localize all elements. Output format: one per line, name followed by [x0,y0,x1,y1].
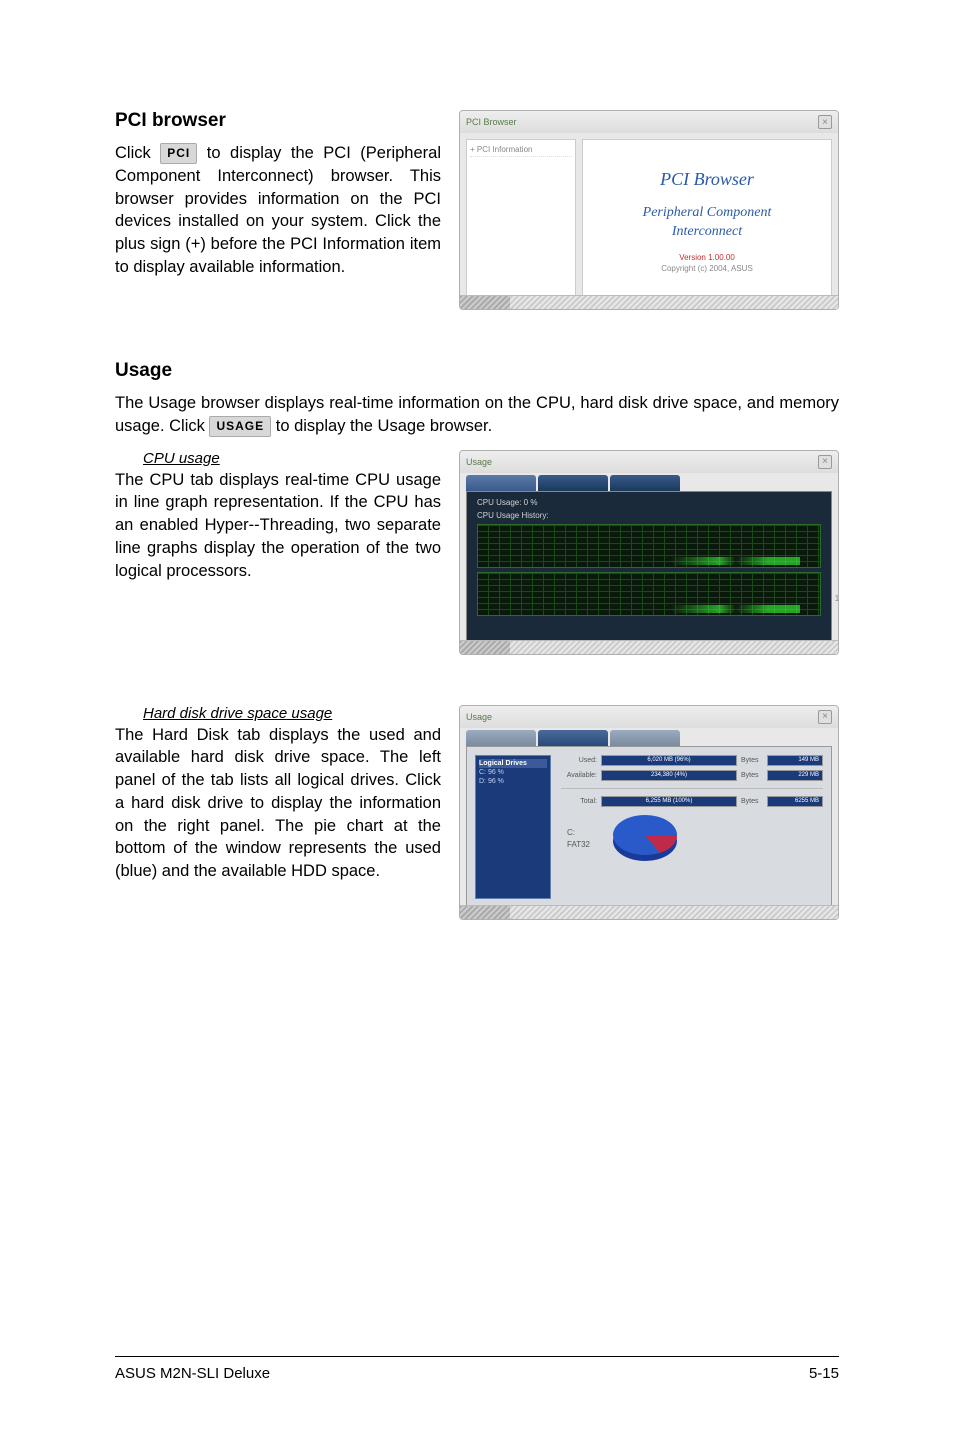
cpu-subtitle: CPU usage [143,450,441,467]
close-icon: × [818,710,832,724]
hdd-scr-title: Usage [466,712,492,722]
hdd-total-num: 6255 MB [795,798,819,804]
hdd-used-num: 149 MB [798,757,819,763]
pci-tree-item: + PCI Information [470,143,572,157]
hdd-total-label: Total: [561,798,597,805]
hdd-divider [561,788,823,789]
hdd-avail-unit: Bytes [741,772,763,779]
hdd-detail-panel: Used: 6,020 MB (96%) Bytes 149 MB Availa… [561,755,823,899]
cpu-tab-mem [610,475,680,491]
hdd-avail-val: 229 MB [767,770,823,781]
hdd-avail-bar: 234,380 (4%) [601,770,737,781]
hdd-tab-hdd [538,730,608,746]
pci-sub2: Interconnect [672,224,742,239]
hdd-legend-drive: C: [567,828,575,837]
usage-intro: The Usage browser displays real-time inf… [115,392,839,438]
page-footer: ASUS M2N-SLI Deluxe 5-15 [115,1356,839,1382]
hdd-pie-row: C: FAT32 [561,813,823,865]
pci-text-col: PCI browser Click PCI to display the PCI… [115,110,441,310]
pci-scr-title: PCI Browser [466,117,517,127]
hdd-avail-num: 229 MB [798,772,819,778]
footer-right: 5-15 [809,1365,839,1382]
hdd-total-val: 6255 MB [767,796,823,807]
hdd-total-bar: 6,255 MB (100%) [601,796,737,807]
hdd-used-bar-label: 6,020 MB (96%) [647,757,690,763]
hdd-pie-legend: C: FAT32 [567,827,590,851]
hdd-used-unit: Bytes [741,757,763,764]
hdd-drive-list: Logical Drives C: 96 % D: 96 % [475,755,551,899]
cpu-graph-1 [477,524,821,568]
pci-scr-footer [460,295,838,309]
pci-scr-body: + PCI Information PCI Browser Peripheral… [460,133,838,309]
pci-info-sub: Peripheral Component Interconnect [643,204,772,240]
pci-button-icon: PCI [160,143,197,164]
close-icon: × [818,455,832,469]
pci-screenshot: PCI Browser × + PCI Information PCI Brow… [459,110,839,310]
close-icon: × [818,115,832,129]
hdd-text-col: Hard disk drive space usage The Hard Dis… [115,705,441,920]
hdd-scr-titlebar: Usage × [460,706,838,728]
hdd-list-d: D: 96 % [479,777,547,786]
hdd-list-header: Logical Drives [479,759,547,768]
cpu-usage-label: CPU Usage: 0 % [477,498,821,507]
hdd-row-used: Used: 6,020 MB (96%) Bytes 149 MB [561,755,823,766]
cpu-text: The CPU tab displays real-time CPU usage… [115,469,441,583]
cpu-text-col: CPU usage The CPU tab displays real-time… [115,450,441,655]
hdd-total-unit: Bytes [741,798,763,805]
cpu-section: CPU usage The CPU tab displays real-time… [115,450,839,655]
hdd-scr-body: Logical Drives C: 96 % D: 96 % Used: 6,0… [466,746,832,908]
hdd-screenshot: Usage × Logical Drives C: 96 % D: 96 % U… [459,705,839,920]
hdd-tabs [460,728,838,746]
pci-version: Version 1.00.00 [679,253,735,262]
cpu-side-2: 16 % [835,594,839,603]
cpu-tabs [460,473,838,491]
cpu-screenshot: Usage × CPU Usage: 0 % CPU Usage History… [459,450,839,655]
hdd-subtitle: Hard disk drive space usage [143,705,441,722]
usage-intro-post: to display the Usage browser. [276,417,492,435]
pci-scr-titlebar: PCI Browser × [460,111,838,133]
usage-button-icon: USAGE [209,416,271,437]
hdd-used-bar: 6,020 MB (96%) [601,755,737,766]
pci-title: PCI browser [115,110,441,132]
usage-title: Usage [115,360,839,382]
hdd-tab-cpu [466,730,536,746]
hdd-screenshot-col: Usage × Logical Drives C: 96 % D: 96 % U… [459,705,839,920]
pci-sub1: Peripheral Component [643,205,772,220]
pci-body: Click PCI to display the PCI (Peripheral… [115,142,441,279]
pci-copyright: Copyright (c) 2004, ASUS [661,264,753,273]
cpu-scr-body: CPU Usage: 0 % CPU Usage History: 2 % 16… [466,491,832,646]
footer-left: ASUS M2N-SLI Deluxe [115,1365,270,1382]
pci-screenshot-col: PCI Browser × + PCI Information PCI Brow… [459,110,839,310]
pci-info-panel: PCI Browser Peripheral Component Interco… [582,139,832,303]
hdd-used-val: 149 MB [767,755,823,766]
hdd-total-bar-label: 6,255 MB (100%) [646,798,693,804]
pci-section: PCI browser Click PCI to display the PCI… [115,110,839,310]
hdd-avail-label: Available: [561,772,597,779]
hdd-legend-fs: FAT32 [567,840,590,849]
cpu-scr-title: Usage [466,457,492,467]
hdd-used-label: Used: [561,757,597,764]
hdd-scr-footer [460,905,838,919]
cpu-tab-hdd [538,475,608,491]
pci-tree-panel: + PCI Information [466,139,576,303]
cpu-graph1-wrap: 2 % [477,524,821,568]
hdd-row-total: Total: 6,255 MB (100%) Bytes 6255 MB [561,796,823,807]
hdd-text: The Hard Disk tab displays the used and … [115,724,441,883]
cpu-graph2-wrap: 16 % [477,572,821,616]
hdd-tab-mem [610,730,680,746]
hdd-section: Hard disk drive space usage The Hard Dis… [115,705,839,920]
cpu-scr-titlebar: Usage × [460,451,838,473]
pci-info-title: PCI Browser [660,169,754,190]
cpu-screenshot-col: Usage × CPU Usage: 0 % CPU Usage History… [459,450,839,655]
cpu-scr-footer [460,640,838,654]
hdd-row-avail: Available: 234,380 (4%) Bytes 229 MB [561,770,823,781]
cpu-graph-2 [477,572,821,616]
hdd-list-c: C: 96 % [479,768,547,777]
cpu-tab-cpu [466,475,536,491]
hdd-avail-bar-label: 234,380 (4%) [651,772,687,778]
pci-body-pre: Click [115,144,160,162]
cpu-history-label: CPU Usage History: [477,511,821,520]
pie-chart-icon [610,813,680,865]
